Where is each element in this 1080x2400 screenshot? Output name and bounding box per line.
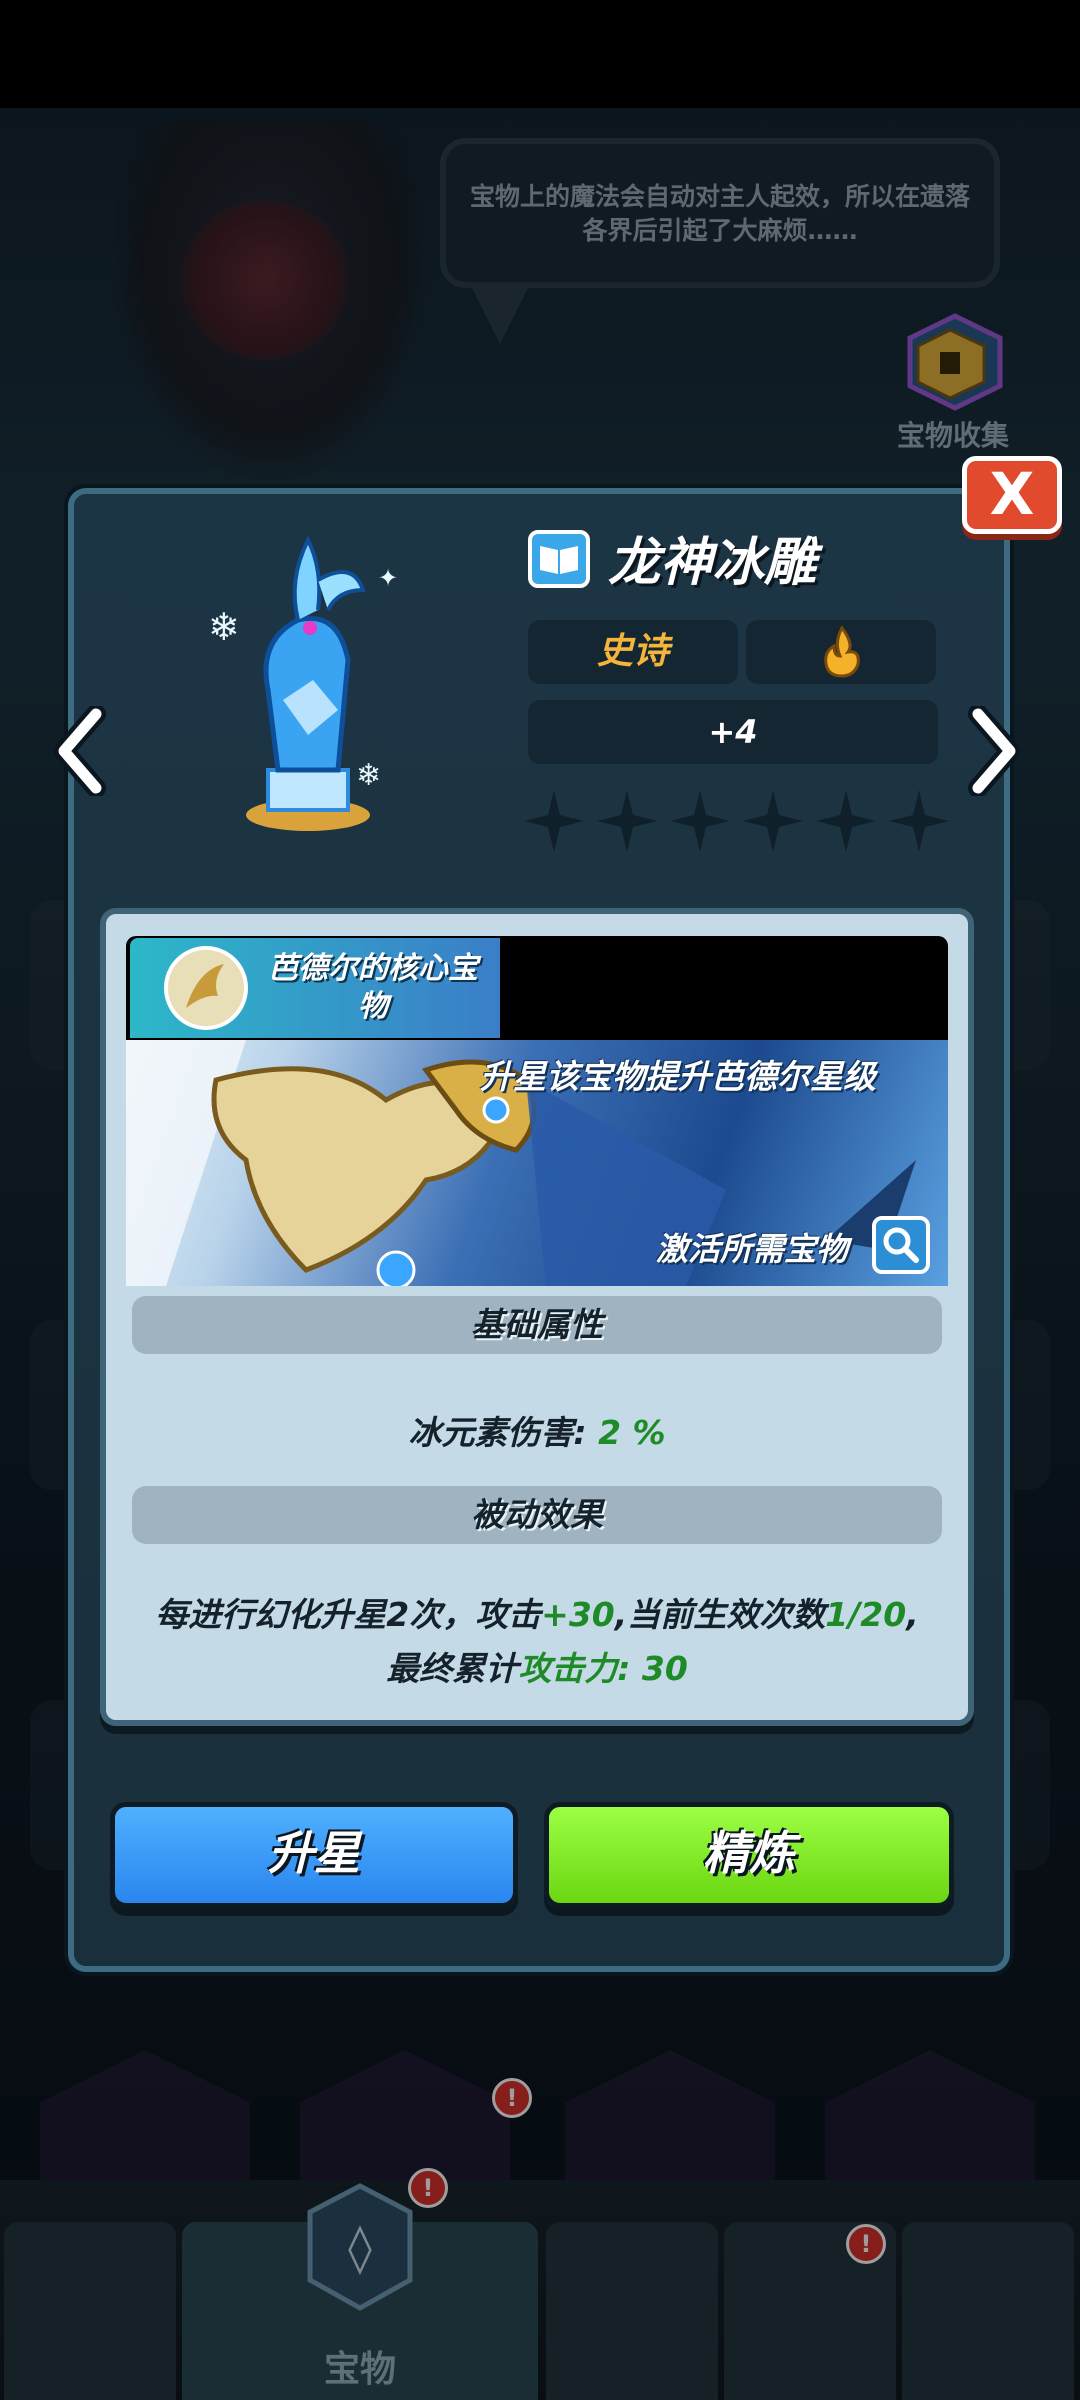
base-stats-header: 基础属性 <box>132 1296 942 1354</box>
core-treasure-label: 芭德尔的核心宝物 <box>268 951 478 1024</box>
passive-text: 最终累计 <box>386 1649 519 1688</box>
passive-text: ,当前生效次数 <box>614 1595 826 1634</box>
search-icon <box>883 1227 919 1263</box>
star-icon <box>743 790 803 852</box>
svg-text:❄: ❄ <box>208 605 240 649</box>
close-icon: X <box>989 460 1035 528</box>
status-bar-area <box>0 0 1080 108</box>
passive-count: 1/20 <box>825 1595 907 1634</box>
passive-line-2: 最终累计攻击力: 30 <box>132 1642 942 1690</box>
close-button[interactable]: X <box>962 456 1062 534</box>
passive-line-1: 每进行幻化升星2次，攻击+30,当前生效次数1/20, <box>132 1588 942 1636</box>
ice-dragon-statue-image: ❄ ❄ ✦ <box>208 535 398 831</box>
banner-title: 升星该宝物提升芭德尔星级 <box>480 1057 876 1096</box>
refine-button[interactable]: 精炼 <box>544 1802 954 1908</box>
rarity-label: 史诗 <box>596 631 669 672</box>
book-icon[interactable] <box>528 530 590 588</box>
star-icon <box>670 790 730 852</box>
fire-element-icon <box>824 625 860 678</box>
prev-arrow-icon[interactable] <box>52 706 112 796</box>
base-stat-value: 2 % <box>598 1413 666 1452</box>
passive-text: 每进行幻化升星2次，攻击 <box>155 1595 542 1634</box>
required-treasure-link[interactable]: 激活所需宝物 <box>656 1224 848 1270</box>
star-icon <box>597 790 657 852</box>
star-icon <box>524 790 584 852</box>
hero-avatar <box>164 946 248 1030</box>
passive-attack-bonus: +30 <box>541 1595 615 1634</box>
base-stat-line: 冰元素伤害: 2 % <box>132 1406 942 1454</box>
star-icon <box>816 790 876 852</box>
passive-text: , <box>906 1595 919 1634</box>
base-stat-label: 冰元素伤害: <box>408 1413 587 1452</box>
next-arrow-icon[interactable] <box>962 706 1022 796</box>
item-name: 龙神冰雕 <box>608 533 817 593</box>
item-level: +4 <box>708 713 758 751</box>
svg-text:❄: ❄ <box>356 758 381 793</box>
star-icon <box>889 790 949 852</box>
passive-total: 攻击力: 30 <box>518 1649 688 1688</box>
star-up-button[interactable]: 升星 <box>110 1802 518 1908</box>
star-rating <box>524 790 949 852</box>
passive-effect-header: 被动效果 <box>132 1486 942 1544</box>
magnifier-button[interactable] <box>872 1216 930 1274</box>
svg-text:✦: ✦ <box>378 564 398 592</box>
